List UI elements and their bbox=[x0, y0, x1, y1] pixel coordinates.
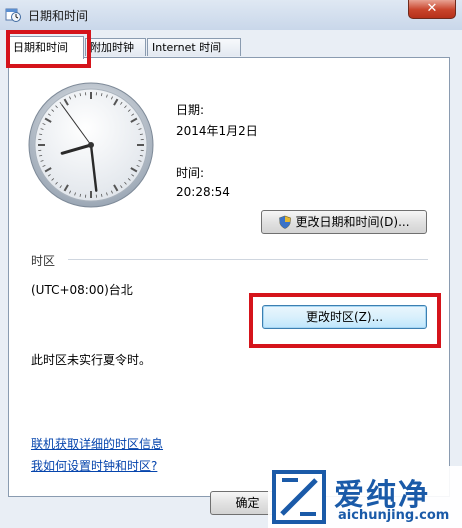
change-date-time-button-label: 更改日期和时间(D)... bbox=[295, 215, 410, 229]
watermark-url: aichunjing.com bbox=[338, 508, 450, 523]
time-value: 20:28:54 bbox=[176, 185, 230, 199]
tab-strip: 日期和时间 附加时钟 Internet 时间 bbox=[8, 36, 450, 59]
tab-additional-clocks[interactable]: 附加时钟 bbox=[85, 38, 146, 56]
tab-internet-time[interactable]: Internet 时间 bbox=[147, 38, 241, 56]
uac-shield-icon bbox=[279, 215, 292, 229]
close-button[interactable]: ✕ bbox=[408, 0, 456, 19]
timezone-value: (UTC+08:00)台北 bbox=[31, 283, 133, 297]
window-title: 日期和时间 bbox=[28, 9, 89, 23]
online-timezone-info-link[interactable]: 联机获取详细的时区信息 bbox=[31, 435, 163, 452]
analog-clock bbox=[28, 82, 154, 208]
clock-calendar-icon bbox=[5, 8, 21, 22]
change-timezone-button[interactable]: 更改时区(Z)... bbox=[262, 305, 427, 329]
timezone-section-label: 时区 bbox=[31, 254, 56, 268]
date-label: 日期: bbox=[176, 103, 205, 117]
change-date-time-button[interactable]: 更改日期和时间(D)... bbox=[261, 210, 427, 234]
tab-date-time[interactable]: 日期和时间 bbox=[8, 36, 84, 59]
watermark: 爱纯净 aichunjing.com bbox=[268, 466, 462, 528]
timezone-divider bbox=[68, 259, 428, 260]
dst-note: 此时区未实行夏令时。 bbox=[31, 353, 152, 367]
time-label: 时间: bbox=[176, 166, 205, 180]
title-bar: 日期和时间 ✕ bbox=[0, 0, 462, 30]
how-to-set-clock-link[interactable]: 我如何设置时钟和时区? bbox=[31, 457, 157, 474]
date-value: 2014年1月2日 bbox=[176, 124, 258, 138]
watermark-logo-icon bbox=[272, 470, 326, 524]
